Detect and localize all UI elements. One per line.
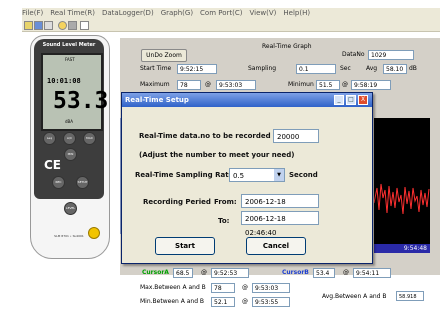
pen-icon[interactable]	[58, 21, 67, 30]
menu-view[interactable]: View(V)	[250, 8, 277, 19]
minimun-at: @	[342, 81, 348, 88]
from-input[interactable]: 2006-12-18 00:00:00	[241, 194, 319, 220]
cursor-a-at: @	[201, 269, 207, 276]
maximum-time-field: 9:53:03	[216, 80, 256, 90]
menu-datalogger[interactable]: DataLogger(D)	[102, 8, 154, 19]
cancel-button[interactable]: Cancel	[246, 237, 306, 255]
graph-trace-svg	[373, 183, 430, 215]
min-between-field: 52.1	[211, 297, 235, 307]
menu-graph[interactable]: Graph(G)	[161, 8, 193, 19]
menu-file[interactable]: File(F)	[22, 8, 43, 19]
start-button[interactable]: Start	[155, 237, 215, 255]
device-button-level: LEVEL	[64, 202, 77, 215]
open-icon[interactable]	[24, 21, 33, 30]
start-time-field[interactable]: 9:52:15	[177, 64, 217, 74]
lcd-display: FAST 10:01:08 53.3 dBA	[41, 53, 108, 131]
cursor-b-field: 53.4	[313, 268, 335, 278]
menu-real-time[interactable]: Real Time(R)	[50, 8, 95, 19]
max-between-at: @	[242, 284, 248, 291]
device-button-rec: REC	[52, 176, 65, 189]
print-icon[interactable]	[68, 21, 77, 30]
lcd-unit: dBA	[65, 119, 74, 124]
help-icon[interactable]	[80, 21, 89, 30]
avg-field: 58.10	[383, 64, 407, 74]
datano-label: DataNo	[342, 51, 365, 58]
maximum-field: 78	[177, 80, 201, 90]
device-button-max: MAX	[83, 132, 96, 145]
new-icon[interactable]	[44, 21, 53, 30]
from-label: From:	[214, 198, 237, 206]
lcd-mode: FAST	[65, 57, 75, 62]
minimize-icon[interactable]: _	[334, 95, 344, 105]
device-title: Sound Level Meter	[42, 42, 96, 48]
avg-label: Avg	[366, 65, 378, 72]
ce-mark: CE	[44, 158, 62, 172]
cursor-a-field: 68.5	[173, 268, 193, 278]
rate-label: Real-Time Sampling Rate	[135, 171, 234, 179]
maximum-label: Maximum	[140, 81, 170, 88]
cursor-a-label: CursorA	[142, 269, 169, 276]
lcd-value: 53.3	[53, 88, 109, 114]
start-time-label: Start Time	[140, 65, 172, 72]
device-button-min: MIN	[64, 148, 77, 161]
sampling-label: Sampling	[248, 65, 277, 72]
adjust-note: (Adjust the number to meet your need)	[139, 151, 295, 159]
cursor-a-time-field: 9:52:53	[211, 268, 249, 278]
device-face: Sound Level Meter FAST 10:01:08 53.3 dBA…	[34, 39, 108, 199]
graph-trace	[373, 183, 430, 215]
graph-timestamp: 9:54:48	[374, 244, 430, 253]
minimun-label: Minimun	[288, 81, 314, 88]
max-between-time-field: 9:53:03	[252, 283, 290, 293]
minimun-time-field: 9:58:19	[351, 80, 391, 90]
menu-com-port[interactable]: Com Port(C)	[200, 8, 242, 19]
realtime-setup-dialog: Real-Time Setup _ □ X Real-Time data.no …	[121, 92, 373, 264]
device-button-leq: Leq	[43, 132, 56, 145]
max-between-label: Max.Between A and B	[140, 284, 206, 291]
maximum-at: @	[205, 81, 211, 88]
device-model: SLM 8701 • SL4001	[54, 234, 84, 238]
recording-period-label: Recording Peried	[143, 198, 211, 206]
menu-help[interactable]: Help(H)	[283, 8, 310, 19]
records-input[interactable]: 20000	[273, 129, 319, 143]
min-between-time-field: 9:53:55	[252, 297, 290, 307]
rate-select-value: 0.5	[233, 172, 245, 180]
to-input[interactable]: 2006-12-18 02:46:40	[241, 211, 319, 237]
rate-select[interactable]: 0.5 ▼	[229, 168, 285, 182]
minimun-field: 51.5	[316, 80, 340, 90]
device-button-setup: SETUP	[76, 176, 89, 189]
dialog-title: Real-Time Setup	[125, 96, 189, 104]
datano-field[interactable]: 1029	[368, 50, 414, 60]
chevron-down-icon[interactable]: ▼	[274, 169, 284, 181]
min-between-label: Min.Between A and B	[140, 298, 205, 305]
records-label: Real-Time data.no to be recorded	[139, 132, 271, 140]
cursor-b-label: CursorB	[282, 269, 309, 276]
lcd-time: 10:01:08	[47, 77, 81, 85]
db-unit: dB	[409, 65, 417, 72]
close-icon[interactable]: X	[358, 95, 368, 105]
graph-title: Real-Time Graph	[262, 43, 312, 50]
menu-bar: File(F) Real Time(R) DataLogger(D) Graph(G)…	[22, 8, 440, 19]
avg-between-field: 58.918	[396, 291, 424, 301]
undo-zoom-button[interactable]: UnDo Zoom	[141, 49, 187, 62]
min-between-at: @	[242, 298, 248, 305]
sound-level-meter-device: Sound Level Meter FAST 10:01:08 53.3 dBA…	[30, 35, 110, 259]
maximize-icon[interactable]: □	[346, 95, 356, 105]
sec-label: Sec	[340, 65, 351, 72]
rate-unit: Second	[289, 171, 318, 179]
to-label: To:	[218, 217, 230, 225]
toolbar	[22, 19, 440, 32]
max-between-field: 78	[211, 283, 235, 293]
sampling-select[interactable]: 0.1	[296, 64, 336, 74]
device-button-ac: A/C	[63, 132, 76, 145]
cursor-b-time-field: 9:54:11	[353, 268, 391, 278]
save-icon[interactable]	[34, 21, 43, 30]
realtime-graph[interactable]	[373, 118, 430, 248]
cursor-b-at: @	[343, 269, 349, 276]
avg-between-label: Avg.Between A and B	[322, 293, 387, 300]
